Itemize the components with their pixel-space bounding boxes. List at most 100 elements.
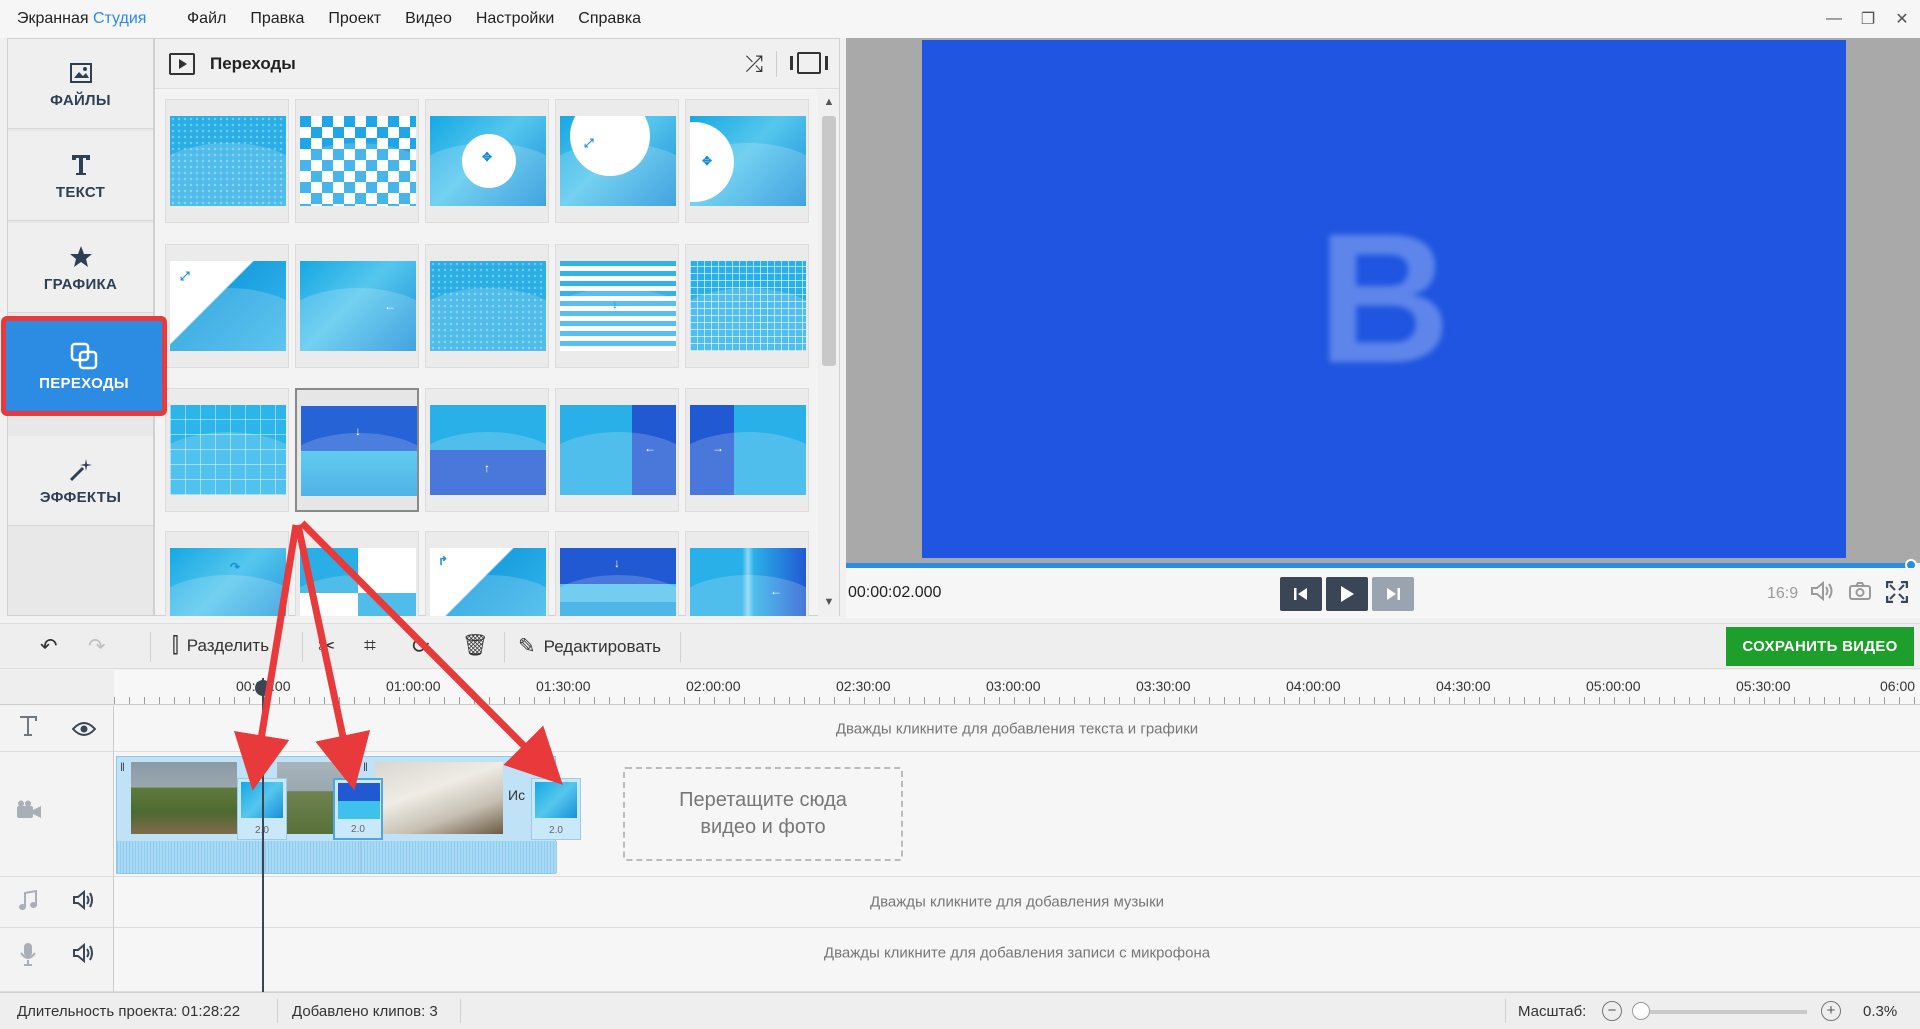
zoom-out-icon[interactable]: − [1602,1001,1622,1021]
transition-thumb[interactable]: ↓ [555,531,679,616]
edit-icon: ✎ [518,635,536,658]
delete-button[interactable]: 🗑 [462,634,497,658]
transitions-icon [70,341,98,371]
playback-controls: 00:00:02.000 16:9 [846,568,1920,618]
transition-thumb[interactable]: ⤢ [555,99,679,223]
scroll-down-icon[interactable]: ▼ [822,596,836,610]
timeline-ruler[interactable]: 00:30:00 01:00:00 01:30:00 02:00:00 02:3… [114,670,1920,705]
transition-thumb[interactable] [425,244,549,368]
transition-thumb[interactable]: ✥ [685,99,809,223]
skip-forward-button[interactable] [1372,577,1414,611]
sidebar-item-text[interactable]: ТЕКСТ [8,131,153,221]
play-icon [1341,586,1354,602]
shuffle-icon[interactable]: ⤮ [745,51,763,77]
crop-button[interactable]: ⌗ [364,634,384,658]
camera-icon[interactable] [1848,581,1872,607]
clip-handle-icon[interactable]: ‖ [363,760,368,774]
grid-scrollbar[interactable]: ▲ ▼ [818,90,839,616]
split-button[interactable]: ⫿ Разделить [172,634,269,658]
sidebar-item-label: ТЕКСТ [55,184,106,201]
clip-handle-icon[interactable]: ‖ [120,760,125,774]
ruler-label: 01:00:00 [386,678,441,694]
volume-icon[interactable] [72,942,94,969]
cut-button[interactable]: ✂ [318,634,344,659]
skip-back-button[interactable] [1280,577,1322,611]
sidebar-item-label: ПЕРЕХОДЫ [39,374,129,392]
menu-settings[interactable]: Настройки [464,10,566,28]
video-clip-thumbnail[interactable] [375,762,503,834]
volume-icon[interactable] [1810,580,1834,607]
sidebar-item-graphics[interactable]: ГРАФИКА [8,223,153,313]
transition-thumb[interactable]: ↑ [425,388,549,512]
app-title: Экранная Студия [17,10,175,28]
menu-help[interactable]: Справка [566,10,653,28]
scissors-icon: ✂ [318,635,336,658]
timeline-transition-selected[interactable]: 2.0 [333,778,383,840]
sidebar-item-files[interactable]: ФАЙЛЫ [8,39,153,129]
transition-thumb[interactable]: ↓ [555,244,679,368]
eye-icon[interactable] [71,717,97,743]
sidebar-item-transitions[interactable]: ПЕРЕХОДЫ [1,316,167,416]
zoom-slider-knob[interactable] [1632,1002,1650,1020]
media-drop-zone[interactable]: Перетащите сюда видео и фото [623,767,903,861]
transition-thumb[interactable]: ↷ [165,531,289,616]
zoom-in-icon[interactable]: + [1821,1001,1841,1021]
playhead-knob[interactable] [255,680,271,696]
transition-thumb[interactable]: ↱ [425,531,549,616]
transition-thumb[interactable]: ← [555,388,679,512]
minimize-icon[interactable]: — [1818,10,1850,28]
menu-edit[interactable]: Правка [238,10,316,28]
fullscreen-icon[interactable] [1885,580,1909,609]
sidebar-item-label: ЭФФЕКТЫ [39,489,122,506]
transition-thumb[interactable] [295,531,419,616]
menu-video[interactable]: Видео [393,10,464,28]
transition-thumb[interactable] [295,99,419,223]
image-icon [69,58,92,88]
rotate-icon: ⟳ [412,635,430,658]
transition-thumb[interactable]: ✥ [425,99,549,223]
sidebar-item-effects[interactable]: ЭФФЕКТЫ [8,436,153,526]
playhead[interactable] [262,678,264,992]
redo-button[interactable]: ↷ [88,634,114,659]
skip-back-icon [1294,588,1307,600]
scroll-thumb[interactable] [822,116,836,366]
menu-file[interactable]: Файл [175,10,238,28]
music-track-hint: Дважды кликните для добавления музыки [869,893,1165,911]
transition-thumb[interactable]: ← [685,531,809,616]
microphone-icon [20,942,36,972]
ruler-label: 05:30:00 [1736,678,1791,694]
sidebar: ФАЙЛЫ ТЕКСТ ГРАФИКА ПЕРЕХОДЫ ЭФФЕКТЫ [1,38,167,616]
transition-thumb[interactable] [685,244,809,368]
edit-button[interactable]: ✎ Редактировать [518,634,661,659]
transition-thumb[interactable]: ⤢ [165,244,289,368]
music-track[interactable]: Дважды кликните для добавления музыки [114,877,1920,928]
skip-forward-icon [1387,588,1400,600]
timeline-transition[interactable]: 2.0 [531,778,581,840]
mic-track[interactable]: Дважды кликните для добавления записи с … [114,928,1920,992]
zoom-slider[interactable] [1637,1010,1807,1014]
transition-thumb-selected[interactable]: ↓ [295,388,419,512]
video-clip-thumbnail[interactable] [131,762,237,834]
app-title-accent: Студия [92,10,147,27]
rotate-button[interactable]: ⟳ [412,634,438,659]
transition-thumb[interactable] [165,388,289,512]
undo-icon: ↶ [40,635,58,658]
menu-project[interactable]: Проект [316,10,393,28]
timecode: 00:00:02.000 [848,584,942,601]
transitions-grid: ✥ ⤢ ✥ ⤢ ← ↓ ↓ ↑ ← → ↷ ↱ ↓ ← [155,90,815,616]
text-track[interactable]: Дважды кликните для добавления текста и … [114,706,1920,752]
text-icon [70,150,92,180]
play-button[interactable] [1326,577,1368,611]
close-icon[interactable]: ✕ [1886,9,1918,29]
restore-icon[interactable]: ❐ [1852,9,1884,29]
transition-thumb[interactable] [165,99,289,223]
transition-thumb[interactable]: ← [295,244,419,368]
transition-thumb[interactable]: → [685,388,809,512]
apply-to-all-icon[interactable] [789,52,829,74]
volume-icon[interactable] [72,889,94,916]
undo-button[interactable]: ↶ [40,634,66,659]
scroll-up-icon[interactable]: ▲ [822,96,836,110]
save-video-button[interactable]: СОХРАНИТЬ ВИДЕО [1726,627,1914,666]
aspect-ratio[interactable]: 16:9 [1767,585,1798,603]
text-track-header [0,706,114,752]
